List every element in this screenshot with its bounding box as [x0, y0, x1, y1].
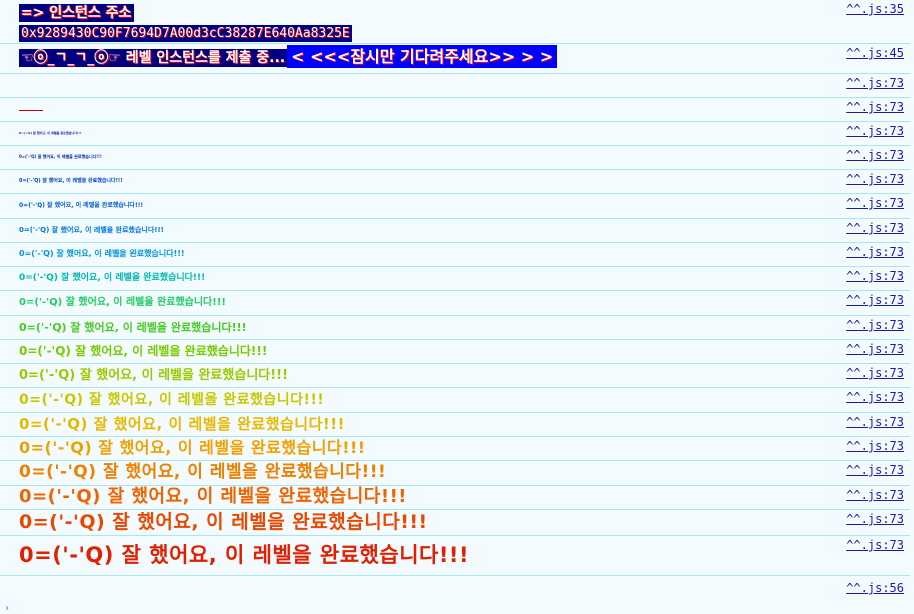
success-message: 0=('-'Q) 잘 했어요, 이 레벨을 완료했습니다!!!	[19, 131, 82, 135]
wait-text: < <<<잠시만 기다려주세요>> > >	[287, 45, 558, 68]
success-message: 0=('-'Q) 잘 했어요, 이 레벨을 완료했습니다!!!	[19, 392, 325, 408]
console-row-success: 0=('-'Q) 잘 했어요, 이 레벨을 완료했습니다!!! ^^.js:73	[0, 291, 910, 316]
source-link[interactable]: ^^.js:73	[846, 172, 904, 186]
success-message: 0=('-'Q) 잘 했어요, 이 레벨을 완료했습니다!!!	[19, 226, 164, 234]
source-link[interactable]: ^^.js:73	[846, 439, 904, 453]
source-link[interactable]: ^^.js:73	[846, 221, 904, 235]
source-link[interactable]: ^^.js:73	[846, 390, 904, 404]
source-link[interactable]: ^^.js:73	[846, 293, 904, 307]
console-row-success: 0=('-'Q) 잘 했어요, 이 레벨을 완료했습니다!!! ^^.js:73	[0, 437, 910, 461]
console-row-success: 0=('-'Q) 잘 했어요, 이 레벨을 완료했습니다!!! ^^.js:73	[0, 219, 910, 243]
console-row-success: 0=('-'Q) 잘 했어요, 이 레벨을 완료했습니다!!! ^^.js:73	[0, 388, 910, 413]
console-row-submitting: ☜ⓞ_ㄱ_ㄱ_ⓞ☞ 레벨 인스턴스를 제출 중... < <<<잠시만 기다려주세…	[0, 44, 910, 74]
instance-address: 0x9289430C90F7694D7A00d3cC38287E640Aa832…	[19, 24, 352, 42]
success-message: 0=('-'Q) 잘 했어요, 이 레벨을 완료했습니다!!!	[19, 154, 102, 159]
success-message: 0=('-'Q) 잘 했어요, 이 레벨을 완료했습니다!!!	[19, 178, 123, 184]
source-link[interactable]: ^^.js:73	[846, 366, 904, 380]
source-link[interactable]: ^^.js:73	[846, 342, 904, 356]
console-row-success: 0=('-'Q) 잘 했어요, 이 레벨을 완료했습니다!!! ^^.js:73	[0, 340, 910, 364]
source-link[interactable]: ^^.js:73	[846, 245, 904, 259]
success-message: 0=('-'Q) 잘 했어요, 이 레벨을 완료했습니다!!!	[19, 202, 144, 209]
source-link[interactable]: ^^.js:73	[846, 76, 904, 90]
console-row-instance: => 인스턴스 주소 0x9289430C90F7694D7A00d3cC382…	[0, 0, 910, 44]
console-row-tiny: ^^.js:73	[0, 98, 910, 122]
instance-label: => 인스턴스 주소	[19, 4, 134, 22]
source-link[interactable]: ^^.js:73	[846, 538, 904, 552]
source-link[interactable]: ^^.js:45	[846, 46, 904, 60]
console-row-success: 0=('-'Q) 잘 했어요, 이 레벨을 완료했습니다!!! ^^.js:73	[0, 122, 910, 146]
success-message: 0=('-'Q) 잘 했어요, 이 레벨을 완료했습니다!!!	[19, 486, 407, 507]
source-link[interactable]: ^^.js:73	[846, 196, 904, 210]
submit-text: ☜ⓞ_ㄱ_ㄱ_ⓞ☞ 레벨 인스턴스를 제출 중...	[19, 49, 288, 67]
source-link[interactable]: ^^.js:73	[846, 269, 904, 283]
console-row-success: 0=('-'Q) 잘 했어요, 이 레벨을 완료했습니다!!! ^^.js:73	[0, 243, 910, 267]
source-link[interactable]: ^^.js:73	[846, 100, 904, 114]
source-link[interactable]: ^^.js:73	[846, 148, 904, 162]
success-message: 0=('-'Q) 잘 했어요, 이 레벨을 완료했습니다!!!	[19, 415, 345, 433]
success-message: 0=('-'Q) 잘 했어요, 이 레벨을 완료했습니다!!!	[19, 273, 206, 283]
console-row-success: 0=('-'Q) 잘 했어요, 이 레벨을 완료했습니다!!! ^^.js:73	[0, 413, 910, 437]
success-message: 0=('-'Q) 잘 했어요, 이 레벨을 완료했습니다!!!	[19, 462, 387, 482]
success-message: 0=('-'Q) 잘 했어요, 이 레벨을 완료했습니다!!!	[19, 344, 268, 358]
submit-message: ☜ⓞ_ㄱ_ㄱ_ⓞ☞ 레벨 인스턴스를 제출 중... < <<<잠시만 기다려주세…	[19, 45, 558, 68]
console-row-success: 0=('-'Q) 잘 했어요, 이 레벨을 완료했습니다!!! ^^.js:73	[0, 170, 910, 194]
console-prompt-icon[interactable]: ›	[4, 603, 10, 614]
tiny-message-mark	[19, 110, 43, 111]
success-message: 0=('-'Q) 잘 했어요, 이 레벨을 완료했습니다!!!	[19, 511, 428, 533]
console-row-success: 0=('-'Q) 잘 했어요, 이 레벨을 완료했습니다!!! ^^.js:73	[0, 364, 910, 388]
success-message: 0=('-'Q) 잘 했어요, 이 레벨을 완료했습니다!!!	[19, 438, 366, 457]
instance-address-text: 0x9289430C90F7694D7A00d3cC38287E640Aa832…	[19, 25, 352, 42]
source-link[interactable]: ^^.js:56	[846, 581, 904, 595]
success-message: 0=('-'Q) 잘 했어요, 이 레벨을 완료했습니다!!!	[19, 368, 289, 383]
source-link[interactable]: ^^.js:35	[846, 2, 904, 16]
console-row-success: 0=('-'Q) 잘 했어요, 이 레벨을 완료했습니다!!! ^^.js:73	[0, 486, 910, 510]
instance-label-text: => 인스턴스 주소	[19, 4, 134, 22]
success-message: 0=('-'Q) 잘 했어요, 이 레벨을 완료했습니다!!!	[19, 543, 470, 567]
devtools-console: => 인스턴스 주소 0x9289430C90F7694D7A00d3cC382…	[0, 0, 914, 614]
console-row-success: 0=('-'Q) 잘 했어요, 이 레벨을 완료했습니다!!! ^^.js:73	[0, 146, 910, 170]
console-row-success: 0=('-'Q) 잘 했어요, 이 레벨을 완료했습니다!!! ^^.js:73	[0, 510, 910, 536]
source-link[interactable]: ^^.js:73	[846, 318, 904, 332]
source-link[interactable]: ^^.js:73	[846, 512, 904, 526]
console-row-success: 0=('-'Q) 잘 했어요, 이 레벨을 완료했습니다!!! ^^.js:73	[0, 536, 910, 576]
source-link[interactable]: ^^.js:73	[846, 124, 904, 138]
console-row-empty: ^^.js:73	[0, 74, 910, 98]
source-link[interactable]: ^^.js:73	[846, 463, 904, 477]
success-message: 0=('-'Q) 잘 했어요, 이 레벨을 완료했습니다!!!	[19, 321, 247, 334]
console-row-success: 0=('-'Q) 잘 했어요, 이 레벨을 완료했습니다!!! ^^.js:73	[0, 267, 910, 291]
success-message: 0=('-'Q) 잘 했어요, 이 레벨을 완료했습니다!!!	[19, 249, 185, 258]
success-message: 0=('-'Q) 잘 했어요, 이 레벨을 완료했습니다!!!	[19, 297, 226, 308]
console-row-success: 0=('-'Q) 잘 했어요, 이 레벨을 완료했습니다!!! ^^.js:73	[0, 316, 910, 340]
console-row-success: 0=('-'Q) 잘 했어요, 이 레벨을 완료했습니다!!! ^^.js:73	[0, 194, 910, 219]
source-link[interactable]: ^^.js:73	[846, 488, 904, 502]
console-row-final: ^^.js:56	[0, 576, 910, 600]
console-row-success: 0=('-'Q) 잘 했어요, 이 레벨을 완료했습니다!!! ^^.js:73	[0, 461, 910, 486]
source-link[interactable]: ^^.js:73	[846, 415, 904, 429]
